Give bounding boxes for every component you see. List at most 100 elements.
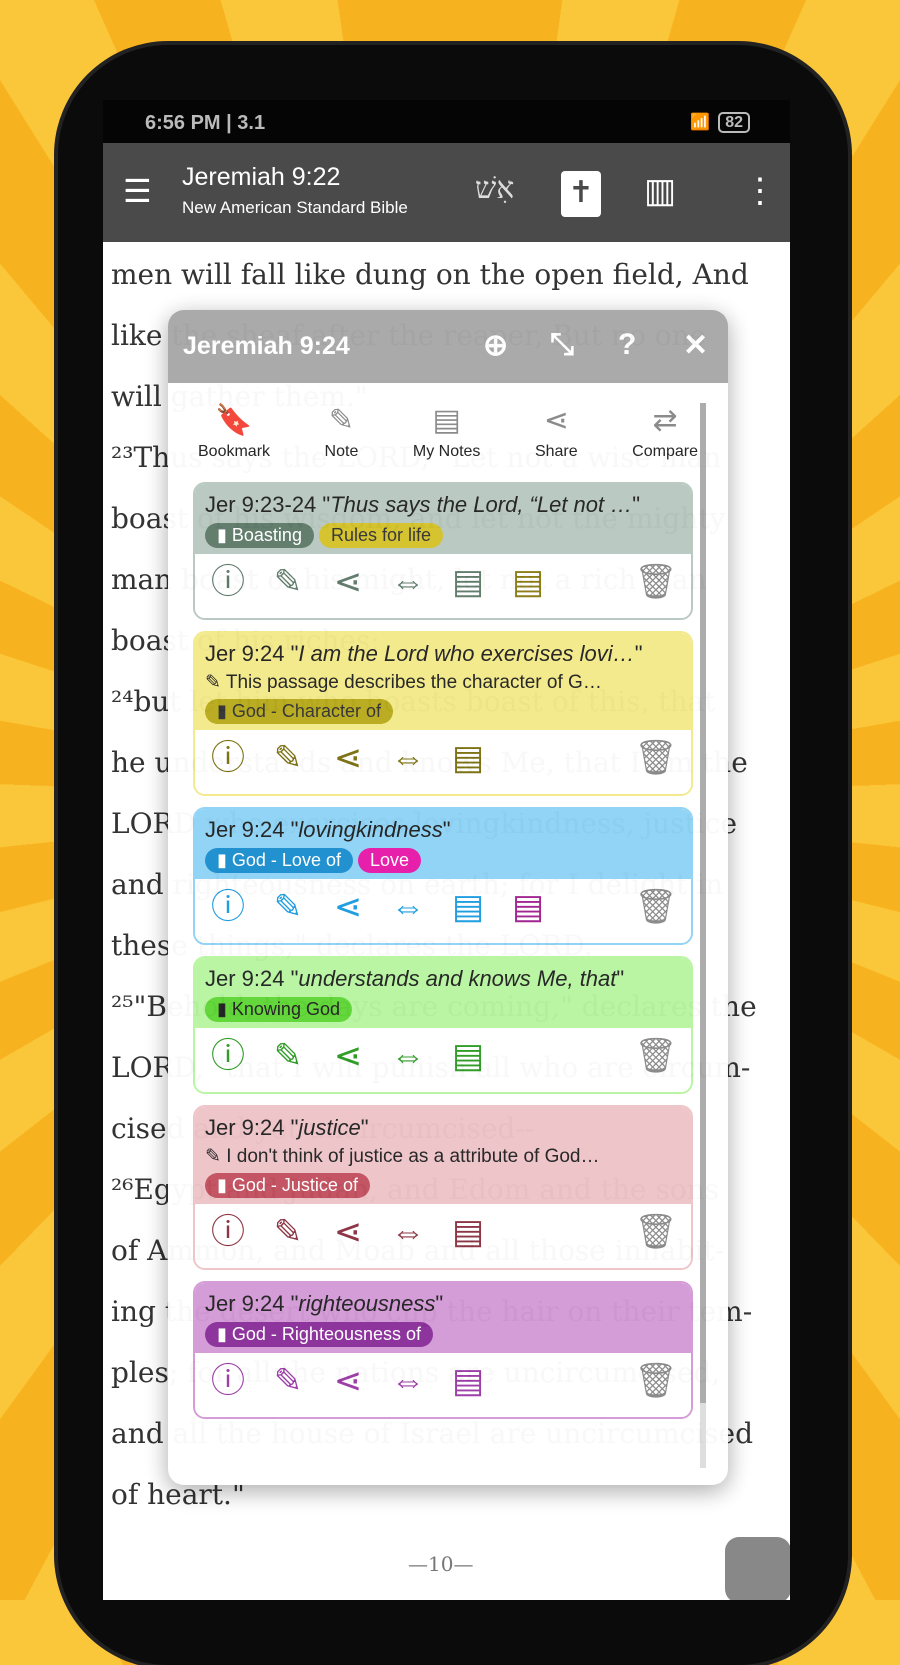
bookmark-icon: ▮ xyxy=(217,701,232,721)
tool-label: My Notes xyxy=(412,443,481,460)
edit-icon[interactable]: ✎ xyxy=(265,1361,311,1417)
bookmark-icon: ▮ xyxy=(217,1324,232,1344)
annotation-card[interactable]: Jer 9:24 "righteousness" ▮ God - Righteou… xyxy=(193,1281,693,1419)
annotation-card[interactable]: Jer 9:24 "lovingkindness" ▮ God - Love of… xyxy=(193,807,693,945)
scroll-button[interactable] xyxy=(725,1537,790,1600)
delete-icon[interactable]: 🗑 xyxy=(633,887,679,927)
verse-popup: Jeremiah 9:24 ⊕ ⤡ ? ✕ 🔖 Bookmark ✎ Note ▤ My … xyxy=(168,310,728,1485)
info-icon[interactable]: ⓘ xyxy=(205,887,251,943)
document-icon: ▤ xyxy=(432,404,461,437)
share-icon[interactable]: ⋖ xyxy=(325,887,371,943)
delete-icon[interactable]: 🗑 xyxy=(633,1212,679,1252)
edit-icon[interactable]: ✎ xyxy=(265,1212,311,1268)
card-reference: Jer 9:24 "justice" xyxy=(205,1115,369,1140)
compare-icon[interactable]: ⇔ xyxy=(385,738,431,794)
tool-compare[interactable]: ⇄ Compare xyxy=(632,403,698,470)
bookmark-icon: ▮ xyxy=(217,999,232,1019)
document-icon[interactable]: ▤ xyxy=(505,562,551,618)
compare-icon[interactable]: ⇔ xyxy=(385,1036,431,1092)
wifi-icon: 📶 xyxy=(690,114,711,131)
delete-icon[interactable]: 🗑 xyxy=(633,562,679,602)
edit-icon[interactable]: ✎ xyxy=(265,887,311,943)
status-time: 6:56 PM | 3.1 xyxy=(145,112,266,134)
tag-chip[interactable]: ▮ God - Character of xyxy=(205,699,393,724)
note-add-icon: ✎ xyxy=(328,404,355,437)
card-reference: Jer 9:24 "lovingkindness" xyxy=(205,817,451,842)
library-icon[interactable]: ▥ xyxy=(644,171,676,211)
share-icon[interactable]: ⋖ xyxy=(325,1036,371,1092)
tool-my-notes[interactable]: ▤ My Notes xyxy=(413,403,481,470)
document-icon[interactable]: ▤ xyxy=(445,1036,491,1092)
delete-icon[interactable]: 🗑 xyxy=(633,1361,679,1401)
page-number: —10— xyxy=(408,1552,474,1576)
info-icon[interactable]: ⓘ xyxy=(205,1361,251,1417)
compare-icon[interactable]: ⇔ xyxy=(385,887,431,943)
compare-icon[interactable]: ⇔ xyxy=(385,1212,431,1268)
tag-chip[interactable]: ▮ God - Righteousness of xyxy=(205,1322,434,1347)
more-options-icon[interactable]: ⋮ xyxy=(743,171,777,211)
compare-icon: ⇄ xyxy=(652,404,678,437)
status-bar: 6:56 PM | 3.1 📶 82 xyxy=(103,100,790,143)
document-icon[interactable]: ▤ xyxy=(445,887,491,943)
close-icon[interactable]: ✕ xyxy=(683,328,708,363)
popup-header: Jeremiah 9:24 ⊕ ⤡ ? ✕ xyxy=(168,310,728,383)
card-reference: Jer 9:24 "righteousness" xyxy=(205,1291,444,1316)
tag-chip[interactable]: ▮ God - Love of xyxy=(205,848,353,873)
edit-icon[interactable]: ✎ xyxy=(265,1036,311,1092)
info-icon[interactable]: ⓘ xyxy=(205,1036,251,1092)
edit-icon[interactable]: ✎ xyxy=(265,738,311,794)
annotation-card[interactable]: Jer 9:24 "understands and knows Me, that… xyxy=(193,956,693,1094)
scrollbar[interactable] xyxy=(700,403,706,1468)
info-icon[interactable]: ⓘ xyxy=(205,738,251,794)
tag-chip[interactable]: ▮ Knowing God xyxy=(205,997,352,1022)
share-icon[interactable]: ⋖ xyxy=(325,738,371,794)
tool-label: Compare xyxy=(632,443,698,460)
tool-note[interactable]: ✎ Note xyxy=(325,403,359,470)
share-icon[interactable]: ⋖ xyxy=(325,562,371,618)
card-reference: Jer 9:24 "understands and knows Me, that… xyxy=(205,966,625,991)
edit-icon[interactable]: ✎ xyxy=(265,562,311,618)
annotation-card[interactable]: Jer 9:23-24 "Thus says the Lord, “Let no… xyxy=(193,482,693,620)
tag-chip[interactable]: Rules for life xyxy=(318,523,444,548)
card-reference: Jer 9:24 "I am the Lord who exercises lo… xyxy=(205,641,643,666)
bible-icon[interactable]: ✝ xyxy=(561,171,601,217)
delete-icon[interactable]: 🗑 xyxy=(633,1036,679,1076)
info-icon[interactable]: ⓘ xyxy=(205,1212,251,1268)
card-note: ✎ I don't think of justice as a attribut… xyxy=(205,1146,600,1167)
tool-bookmark[interactable]: 🔖 Bookmark xyxy=(198,403,270,470)
document-icon[interactable]: ▤ xyxy=(445,1212,491,1268)
share-icon: ⋖ xyxy=(543,404,569,437)
document-icon[interactable]: ▤ xyxy=(445,562,491,618)
collapse-icon[interactable]: ⤡ xyxy=(550,328,574,362)
tool-share[interactable]: ⋖ Share xyxy=(535,403,578,470)
tag-chip[interactable]: Love xyxy=(357,848,422,873)
add-circle-icon[interactable]: ⊕ xyxy=(483,328,508,363)
compare-icon[interactable]: ⇔ xyxy=(385,1361,431,1417)
bookmark-add-icon: 🔖 xyxy=(215,404,253,437)
document-icon[interactable]: ▤ xyxy=(445,1361,491,1417)
document-icon[interactable]: ▤ xyxy=(505,887,551,943)
delete-icon[interactable]: 🗑 xyxy=(633,738,679,778)
popup-toolbar: 🔖 Bookmark ✎ Note ▤ My Notes ⋖ Share ⇄ Compare xyxy=(168,383,728,470)
share-icon[interactable]: ⋖ xyxy=(325,1361,371,1417)
app-subtitle[interactable]: New American Standard Bible xyxy=(182,198,408,218)
bookmark-icon: ▮ xyxy=(217,850,232,870)
share-icon[interactable]: ⋖ xyxy=(325,1212,371,1268)
battery-level: 82 xyxy=(718,112,750,133)
bible-line: men will fall like dung on the open fiel… xyxy=(111,258,749,291)
tool-label: Note xyxy=(324,443,359,460)
tag-chip[interactable]: ▮ God - Justice of xyxy=(205,1173,370,1198)
compare-icon[interactable]: ⇔ xyxy=(385,562,431,618)
annotation-card[interactable]: Jer 9:24 "I am the Lord who exercises lo… xyxy=(193,631,693,796)
app-title[interactable]: Jeremiah 9:22 xyxy=(182,163,408,192)
menu-icon[interactable]: ☰ xyxy=(123,175,152,207)
app-bar: ☰ Jeremiah 9:22 New American Standard Bi… xyxy=(103,143,790,242)
card-note: ✎ This passage describes the character o… xyxy=(205,672,602,693)
bookmark-icon: ▮ xyxy=(217,1175,232,1195)
annotation-card[interactable]: Jer 9:24 "justice" ✎ I don't think of jus… xyxy=(193,1105,693,1270)
document-icon[interactable]: ▤ xyxy=(445,738,491,794)
info-icon[interactable]: ⓘ xyxy=(205,562,251,618)
hebrew-icon[interactable]: אִשׁ xyxy=(475,171,514,206)
help-icon[interactable]: ? xyxy=(618,328,636,362)
tag-chip[interactable]: ▮ Boasting xyxy=(205,523,314,548)
